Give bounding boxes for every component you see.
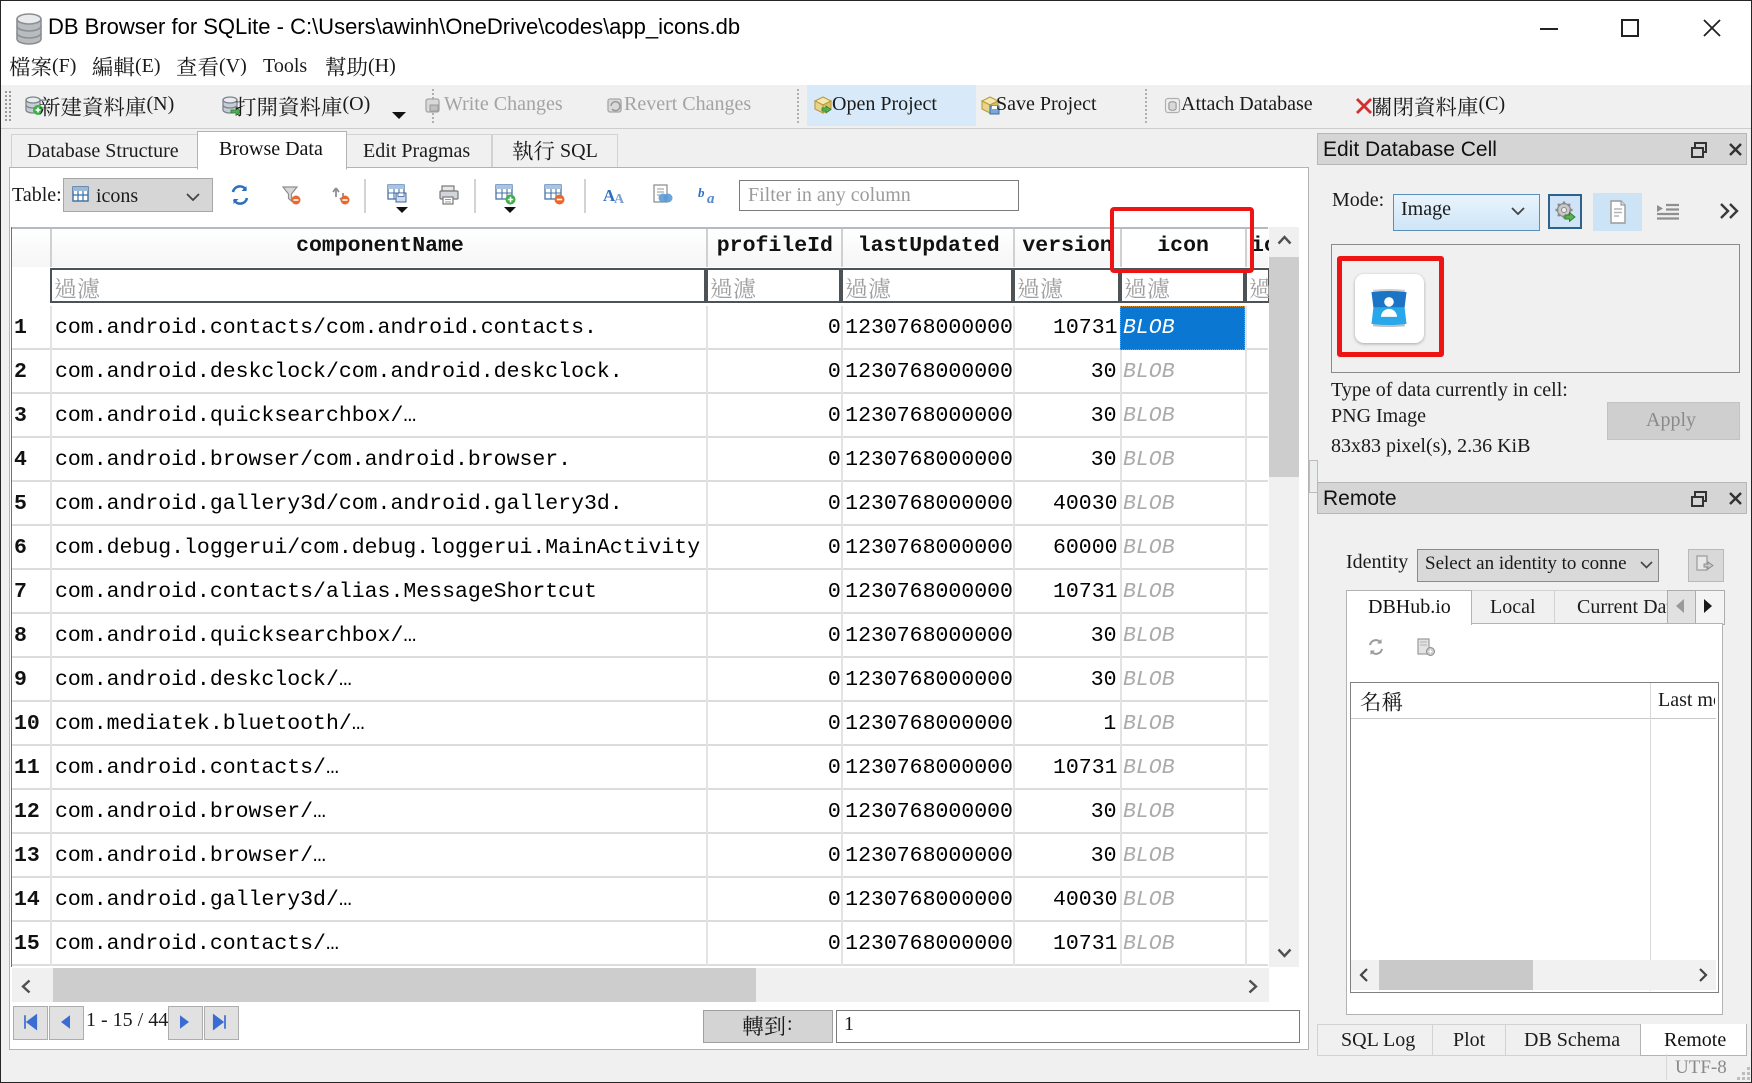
svg-text:b: b (698, 185, 705, 200)
svg-text:A: A (614, 192, 625, 205)
svg-text:a: a (707, 191, 715, 205)
